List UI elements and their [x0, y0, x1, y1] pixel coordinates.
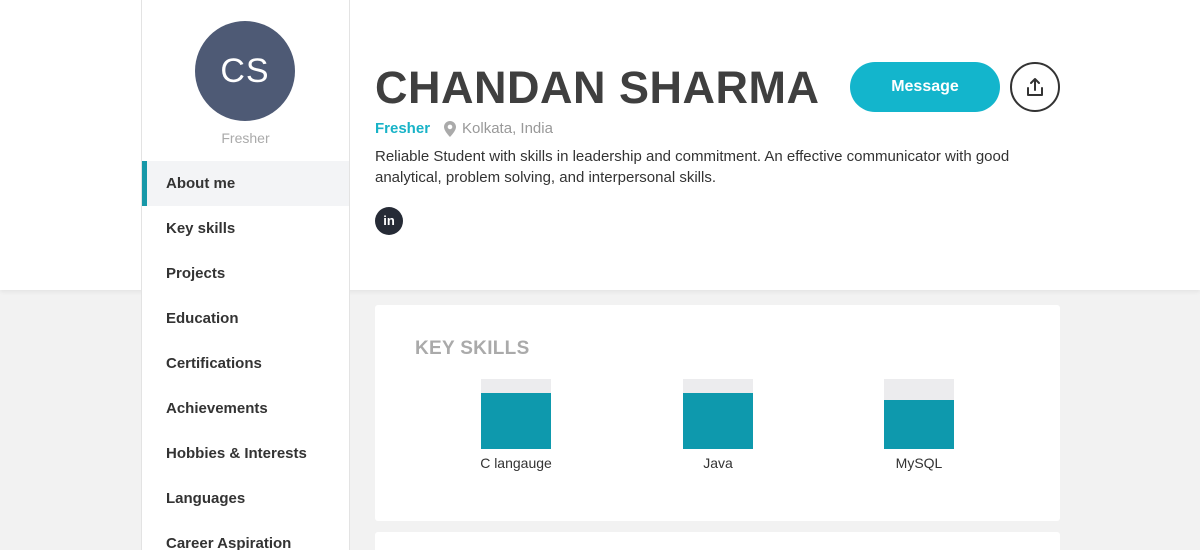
avatar: CS: [195, 21, 295, 121]
skill-item: C langauge: [461, 379, 571, 471]
sidebar-item-about-me[interactable]: About me: [142, 161, 349, 206]
sidebar-item-hobbies[interactable]: Hobbies & Interests: [142, 431, 349, 476]
sidebar-item-certifications[interactable]: Certifications: [142, 341, 349, 386]
sidebar-item-achievements[interactable]: Achievements: [142, 386, 349, 431]
skill-item: MySQL: [864, 379, 974, 471]
linkedin-icon[interactable]: in: [375, 207, 403, 235]
sidebar-item-projects[interactable]: Projects: [142, 251, 349, 296]
location-pin-icon: [444, 120, 457, 137]
skill-bar: [884, 379, 954, 449]
message-button[interactable]: Message: [850, 62, 1000, 112]
sidebar-item-languages[interactable]: Languages: [142, 476, 349, 521]
skill-bar: [481, 379, 551, 449]
sidebar: CS Fresher About me Key skills Projects …: [141, 0, 350, 550]
sidebar-nav: About me Key skills Projects Education C…: [142, 161, 349, 550]
next-section-card: [375, 532, 1060, 550]
profile-bio: Reliable Student with skills in leadersh…: [375, 148, 1010, 186]
share-icon: [1027, 78, 1043, 96]
skill-label: C langauge: [480, 455, 552, 471]
skill-bar-fill: [683, 393, 753, 449]
profile-location: Kolkata, India: [462, 120, 553, 137]
sidebar-item-education[interactable]: Education: [142, 296, 349, 341]
skill-bar-fill: [481, 393, 551, 449]
profile-meta: Fresher Kolkata, India: [375, 120, 553, 137]
skill-label: MySQL: [895, 455, 943, 471]
sidebar-item-career-aspiration[interactable]: Career Aspiration: [142, 521, 349, 550]
key-skills-card: KEY SKILLS C langauge Java MySQL: [375, 305, 1060, 521]
profile-name: CHANDAN SHARMA: [375, 62, 820, 113]
share-button[interactable]: [1010, 62, 1060, 112]
sidebar-item-key-skills[interactable]: Key skills: [142, 206, 349, 251]
skill-bar: [683, 379, 753, 449]
skill-bar-fill: [884, 400, 954, 449]
skill-label: Java: [703, 455, 733, 471]
skill-item: Java: [663, 379, 773, 471]
profile-status: Fresher: [375, 120, 431, 137]
sidebar-status: Fresher: [221, 130, 270, 146]
key-skills-title: KEY SKILLS: [415, 338, 530, 359]
